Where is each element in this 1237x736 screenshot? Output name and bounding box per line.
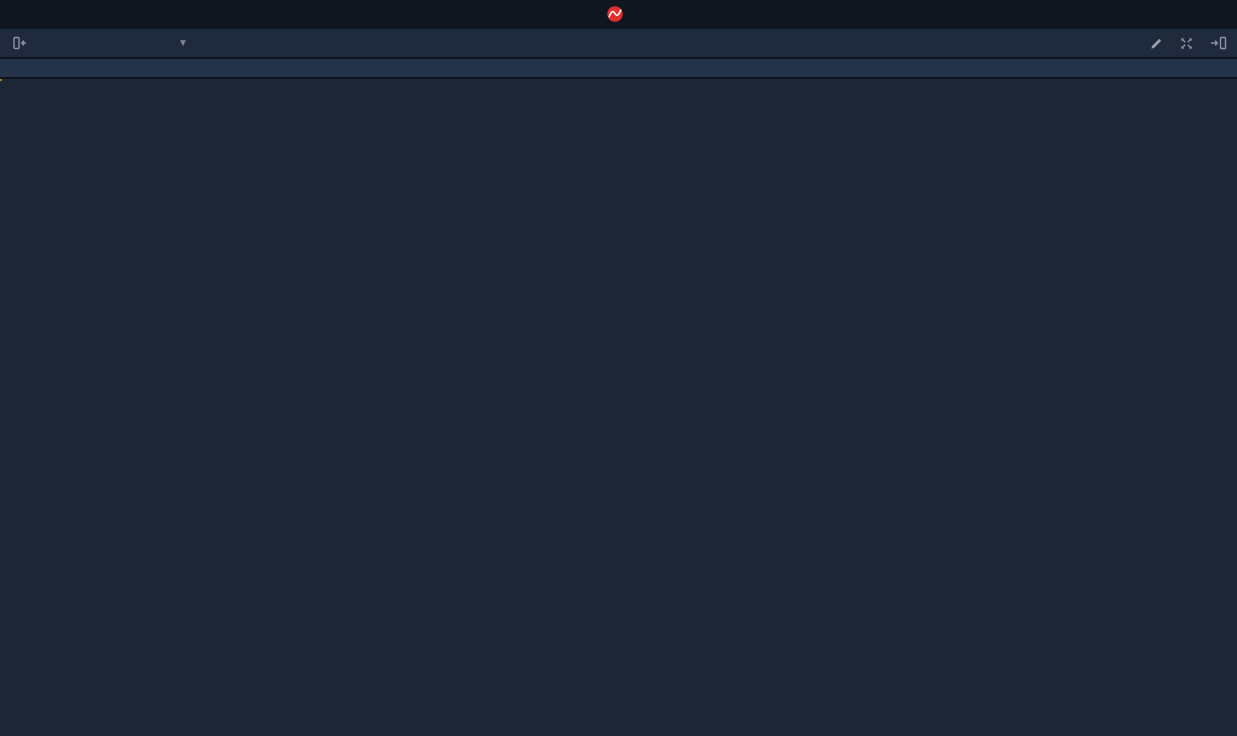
- chart-toolbar: ▼: [0, 28, 1237, 58]
- expand-right-panel-icon[interactable]: [1209, 34, 1227, 52]
- fullscreen-icon[interactable]: [1179, 36, 1194, 51]
- dropdown-caret-icon[interactable]: ▼: [178, 38, 188, 49]
- collapse-left-icon[interactable]: [10, 34, 28, 52]
- brand-logo-icon: [607, 6, 623, 22]
- intraday-chart[interactable]: [0, 79, 1237, 736]
- current-change-badge: [0, 79, 2, 81]
- chart-area: [0, 79, 1237, 736]
- app-header: [0, 0, 1237, 28]
- draw-pencil-icon[interactable]: [1149, 36, 1164, 51]
- overlay-tab-row: [0, 59, 1237, 78]
